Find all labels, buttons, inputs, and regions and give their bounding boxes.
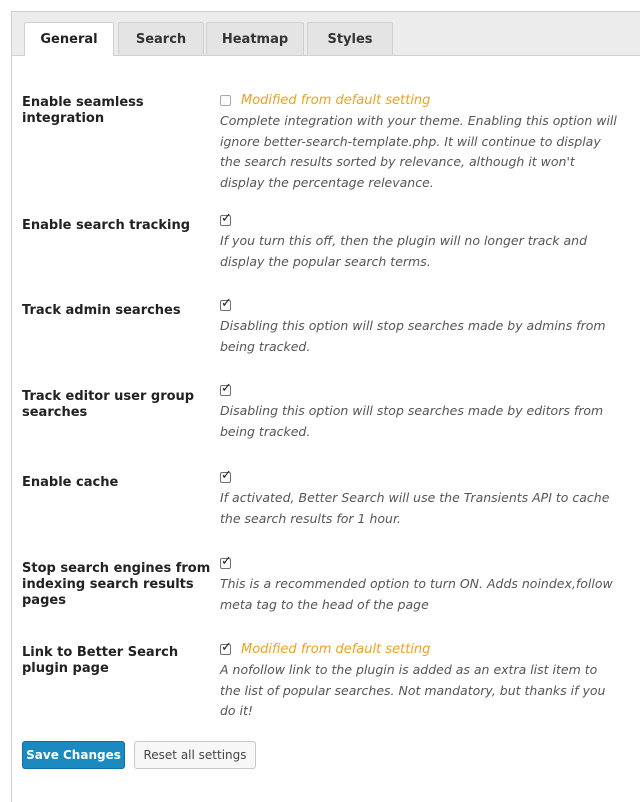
- checkmark-icon: ✓: [221, 553, 232, 569]
- checkmark-icon: ✓: [221, 210, 232, 226]
- admin-searches-checkbox[interactable]: ✓: [220, 295, 232, 311]
- search-tracking-checkbox[interactable]: ✓: [220, 210, 232, 226]
- setting-field: ✓ If activated, Better Search will use t…: [220, 467, 620, 529]
- cache-checkbox[interactable]: ✓: [220, 467, 232, 483]
- modified-notice: Modified from default setting: [241, 92, 431, 108]
- setting-field: ✓ If you turn this off, then the plugin …: [220, 210, 620, 272]
- noindex-checkbox[interactable]: ✓: [220, 553, 232, 569]
- setting-label: Enable seamless integration: [22, 95, 144, 126]
- tab-search[interactable]: Search: [118, 22, 204, 55]
- save-changes-button[interactable]: Save Changes: [22, 741, 125, 769]
- setting-description: If activated, Better Search will use the…: [220, 490, 610, 526]
- checkmark-icon: ✓: [221, 380, 232, 396]
- setting-description: A nofollow link to the plugin is added a…: [220, 662, 606, 718]
- setting-label: Track editor user group searches: [22, 389, 195, 420]
- tab-styles[interactable]: Styles: [307, 22, 393, 55]
- checkmark-icon: ✓: [221, 467, 232, 483]
- setting-description: Complete integration with your theme. En…: [220, 113, 617, 190]
- tab-general[interactable]: General: [24, 22, 114, 56]
- tab-bar: General Search Heatmap Styles: [12, 12, 640, 56]
- modified-notice: Modified from default setting: [241, 641, 431, 657]
- editor-searches-checkbox[interactable]: ✓: [220, 380, 232, 396]
- setting-field: ✓ Modified from default setting A nofoll…: [220, 639, 620, 722]
- setting-field: ✓ This is a recommended option to turn O…: [220, 553, 620, 615]
- setting-field: Modified from default setting Complete i…: [220, 93, 620, 193]
- plugin-link-checkbox[interactable]: ✓: [220, 639, 232, 655]
- checkmark-icon: ✓: [221, 639, 232, 655]
- setting-label: Enable search tracking: [22, 218, 191, 233]
- reset-settings-button[interactable]: Reset all settings: [134, 741, 256, 769]
- setting-label: Track admin searches: [22, 303, 181, 318]
- setting-description: If you turn this off, then the plugin wi…: [220, 233, 588, 269]
- setting-description: Disabling this option will stop searches…: [220, 318, 606, 354]
- checkmark-icon: ✓: [221, 295, 232, 311]
- setting-label: Stop search engines from indexing search…: [22, 561, 211, 608]
- setting-description: This is a recommended option to turn ON.…: [220, 576, 613, 612]
- setting-field: ✓ Disabling this option will stop search…: [220, 380, 620, 442]
- setting-description: Disabling this option will stop searches…: [220, 403, 604, 439]
- setting-label: Enable cache: [22, 475, 119, 490]
- tab-heatmap[interactable]: Heatmap: [206, 22, 304, 55]
- seamless-integration-checkbox[interactable]: [220, 94, 231, 106]
- setting-field: ✓ Disabling this option will stop search…: [220, 295, 620, 357]
- setting-label: Link to Better Search plugin page: [22, 645, 179, 676]
